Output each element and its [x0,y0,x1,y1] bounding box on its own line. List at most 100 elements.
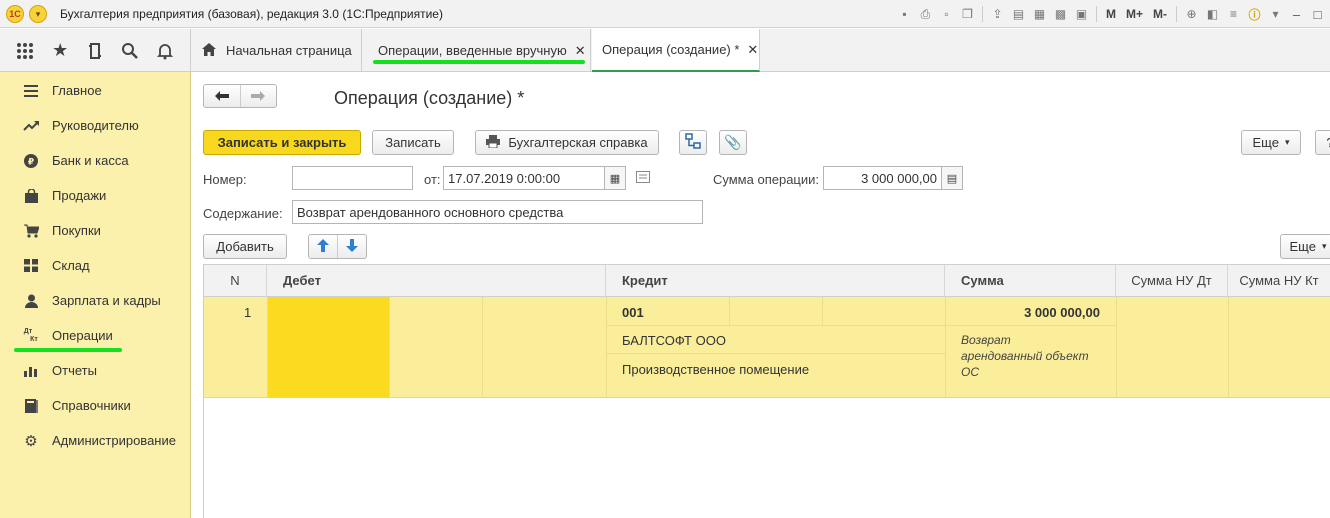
preview-icon[interactable]: ▫ [938,6,955,23]
sidebar-item-reports[interactable]: Отчеты [0,353,190,388]
sidebar-item-purchases[interactable]: Покупки [0,213,190,248]
maximize-button[interactable]: □ [1309,6,1326,23]
print-icon [486,134,501,151]
col-sep [482,297,483,398]
save-and-close-button[interactable]: Записать и закрыть [203,130,361,155]
sidebar-item-salary[interactable]: Зарплата и кадры [0,283,190,318]
table-icon[interactable]: ▦ [1031,6,1048,23]
bell-icon[interactable] [153,39,177,63]
sidebar-item-warehouse[interactable]: Склад [0,248,190,283]
credit-account-cell[interactable]: 001 [622,305,644,320]
column-header-amount[interactable]: Сумма [945,265,1116,297]
menu-icon[interactable]: ≡ [1225,6,1242,23]
sidebar-item-main[interactable]: Главное [0,73,190,108]
number-input[interactable] [292,166,413,190]
sidebar-item-catalogs[interactable]: Справочники [0,388,190,423]
tab-manual-operations[interactable]: Операции, введенные вручную ✕ [363,29,591,72]
content-input[interactable]: Возврат арендованного основного средства [292,200,703,224]
quick-tools: ★ [0,29,191,72]
tab-home[interactable]: Начальная страница [192,29,362,72]
column-header-tax-credit[interactable]: Сумма НУ Кт [1228,265,1330,297]
col-sep [1116,297,1117,398]
chevron-down-icon: ▾ [1321,241,1327,251]
tab-label: Операция (создание) * [602,42,740,57]
column-header-tax-debit[interactable]: Сумма НУ Дт [1116,265,1228,297]
sidebar-item-label: Операции [52,328,113,343]
close-icon[interactable]: ✕ [747,42,758,58]
structure-button[interactable] [679,130,707,155]
entry-description-cell[interactable]: Возврат арендованный объект ОС [961,332,1089,380]
upload-icon[interactable]: ⇪ [989,6,1006,23]
calendar-icon[interactable]: ▣ [1073,6,1090,23]
print-icon[interactable]: ⎙ [917,6,934,23]
chevron-down-icon[interactable]: ▾ [1267,6,1284,23]
sidebar-item-label: Главное [52,83,102,98]
form-area: Операция (создание) * Записать и закрыть… [191,72,1330,518]
save-icon[interactable]: ▪ [896,6,913,23]
sidebar-item-label: Зарплата и кадры [52,293,161,308]
debit-account-cell[interactable] [267,297,389,398]
save-button[interactable]: Записать [372,130,454,155]
sidebar-item-manager[interactable]: Руководителю [0,108,190,143]
close-icon[interactable]: ✕ [575,43,586,59]
paperclip-icon: 📎 [724,134,742,150]
add-row-button[interactable]: Добавить [203,234,287,259]
column-header-credit[interactable]: Кредит [606,265,945,297]
credit-subconto1-cell[interactable]: БАЛТСОФТ ООО [622,333,726,348]
back-button[interactable] [204,85,241,107]
column-header-debit[interactable]: Дебет [267,265,606,297]
gear-icon: ⚙ [24,432,38,450]
memory-minus-button[interactable]: M- [1150,7,1170,21]
forward-button[interactable] [241,85,277,107]
date-input[interactable]: 17.07.2019 0:00:00 [443,166,605,190]
copy-icon[interactable]: ❐ [959,6,976,23]
history-icon[interactable] [83,39,107,63]
move-down-button[interactable] [338,235,366,258]
attach-button[interactable]: 📎 [719,130,747,155]
calculator-icon[interactable]: ▩ [1052,6,1069,23]
apps-grid-icon[interactable] [13,39,37,63]
info-icon[interactable]: ⓘ [1246,6,1263,23]
tab-label: Операции, введенные вручную [378,43,567,58]
shopping-bag-icon [22,188,40,203]
minimize-button[interactable]: – [1288,6,1305,23]
notes-icon[interactable] [636,171,650,186]
calendar-picker-button[interactable]: ▦ [604,166,626,190]
debit-text: Дт [23,327,33,335]
sidebar-item-admin[interactable]: ⚙ Администрирование [0,423,190,458]
zoom-icon[interactable]: ⊕ [1183,6,1200,23]
content-label: Содержание: [203,206,283,221]
column-header-n[interactable]: N [204,265,267,297]
calculator-button[interactable]: ▤ [941,166,963,190]
table-row[interactable]: 1 001 БАЛТСОФТ ООО Производственное поме… [204,297,1330,398]
panels-icon[interactable]: ◧ [1204,6,1221,23]
debit-credit-icon: Дт Кт [22,328,40,344]
help-button[interactable]: ? [1315,130,1330,155]
amount-cell[interactable]: 3 000 000,00 [945,305,1100,320]
accounting-report-button[interactable]: Бухгалтерская справка [475,130,659,155]
col-sep [389,297,390,398]
move-up-button[interactable] [309,235,338,258]
credit-subconto2-cell[interactable]: Производственное помещение [622,362,809,377]
memory-plus-button[interactable]: M+ [1123,7,1146,21]
sidebar-item-bank[interactable]: ₽ Банк и касса [0,143,190,178]
favorites-star-icon[interactable]: ★ [48,39,72,63]
tab-label: Начальная страница [226,43,352,58]
book-icon [22,398,40,413]
document-icon[interactable]: ▤ [1010,6,1027,23]
sidebar-item-sales[interactable]: Продажи [0,178,190,213]
main-menu-button[interactable]: ▾ [29,5,47,23]
memory-button[interactable]: M [1103,7,1119,21]
col-sep [267,297,268,398]
search-icon[interactable] [118,39,142,63]
bar-chart-icon [22,365,40,377]
amount-input[interactable]: 3 000 000,00 [823,166,942,190]
tab-operation-create[interactable]: Операция (создание) * ✕ [592,29,760,72]
arrow-up-icon [317,238,329,255]
entries-table: N Дебет Кредит Сумма Сумма НУ Дт Сумма Н… [203,264,1330,518]
ruble-coin-icon: ₽ [22,153,40,168]
description-line: ОС [961,365,979,379]
window-toolbar: ▪ ⎙ ▫ ❐ ⇪ ▤ ▦ ▩ ▣ M M+ M- ⊕ ◧ ≡ ⓘ ▾ – □ [896,4,1326,24]
more-button[interactable]: Еще ▾ [1241,130,1301,155]
table-more-button[interactable]: Еще ▾ [1280,234,1330,259]
